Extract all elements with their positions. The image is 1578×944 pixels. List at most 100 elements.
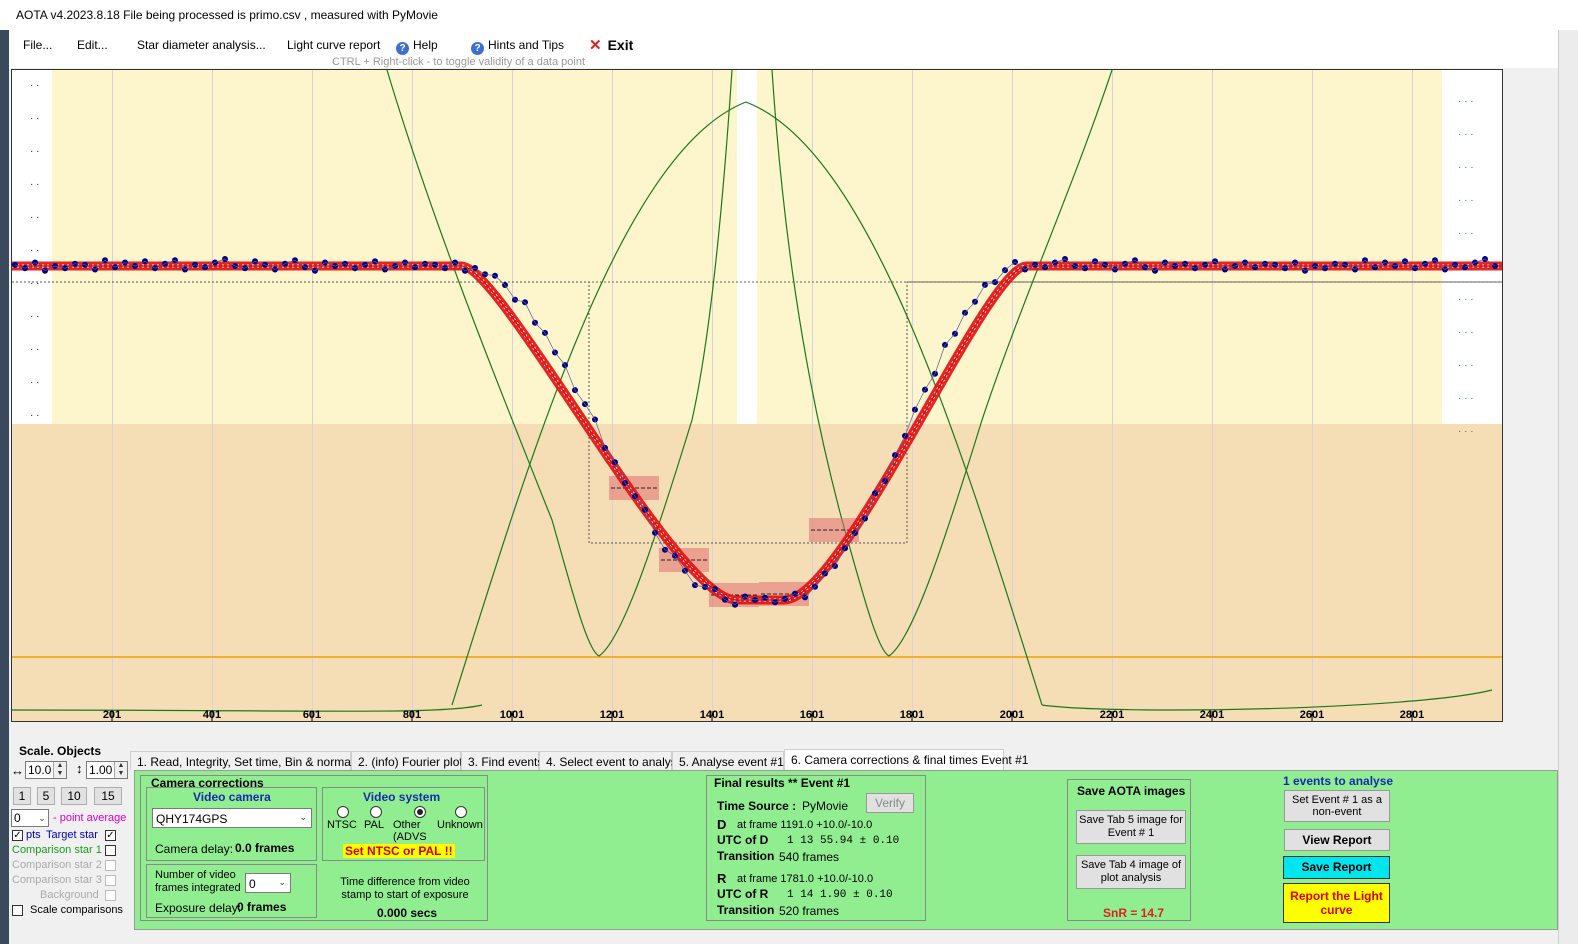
hints-icon: ?: [471, 42, 484, 55]
other-radio[interactable]: [414, 806, 426, 818]
desktop-edge: [0, 30, 9, 944]
frames-integrated-value: 0: [249, 877, 256, 891]
yscale-spinbox[interactable]: 1.00 ▲ ▼: [86, 761, 128, 779]
plot-canvas[interactable]: · · · · · · · · · · · · · · · · · · · · · · · · ·…: [12, 70, 1502, 721]
view-report-label: View Report: [1302, 833, 1372, 847]
exposure-delay-label: Exposure delay:: [155, 901, 242, 915]
dot-marker: · · ·: [1458, 360, 1474, 371]
scale-spinbox[interactable]: 10.0 ▲ ▼: [25, 761, 67, 779]
pts-checkbox[interactable]: ✓: [12, 830, 23, 841]
scale-comparisons-checkbox[interactable]: [12, 905, 23, 916]
yscale-value: 1.00: [89, 763, 113, 777]
menu-light-curve-report[interactable]: Light curve report: [287, 38, 380, 52]
video-camera-group: Video camera QHY174GPS ⌄ Camera delay: 0.…: [146, 787, 317, 861]
x-tick-label: 1801: [900, 709, 924, 721]
menu-exit[interactable]: ✕ Exit: [589, 36, 633, 54]
tab-analyse-event-label: 5. Analyse event #1: [679, 755, 784, 769]
background-checkbox[interactable]: [105, 890, 116, 901]
x-tick-label: 201: [103, 709, 121, 721]
dot-marker: · ·: [30, 311, 39, 322]
dot-marker: · · ·: [1458, 96, 1474, 107]
vertical-scrollbar[interactable]: [1558, 30, 1578, 944]
data-point: [142, 258, 148, 265]
menu-exit-label: Exit: [607, 37, 634, 53]
target-star-label: Target star: [46, 829, 98, 841]
ntsc-radio[interactable]: [337, 806, 349, 818]
x-tick-label: 2401: [1200, 709, 1224, 721]
camera-delay-value: 0.0 frames: [235, 841, 295, 855]
time-source-label: Time Source :: [717, 799, 797, 813]
tab-find-events[interactable]: 3. Find events: [461, 751, 543, 770]
dot-marker: · · ·: [1458, 426, 1474, 437]
menu-help[interactable]: ? Help: [396, 38, 438, 55]
frames-integrated-group: Number of video frames integrated 0 ⌄ Exp…: [146, 864, 317, 918]
save-tab5-image-button[interactable]: Save Tab 5 image for Event # 1: [1076, 810, 1186, 844]
dot-marker: · ·: [30, 344, 39, 355]
save-report-label: Save Report: [1301, 860, 1372, 874]
camera-select[interactable]: QHY174GPS ⌄: [152, 808, 312, 828]
data-point: [1452, 261, 1458, 268]
menu-hints[interactable]: ? Hints and Tips: [471, 38, 564, 55]
unknown-radio[interactable]: [455, 806, 467, 818]
dot-marker: · ·: [30, 377, 39, 388]
frames-integrated-select[interactable]: 0 ⌄: [245, 873, 291, 893]
dot-marker: · · ·: [1458, 129, 1474, 140]
video-system-label: Video system: [363, 790, 441, 804]
x-tick-label: 2001: [1000, 709, 1024, 721]
x-tick-label: 1601: [800, 709, 824, 721]
scale-15-button[interactable]: 15: [94, 787, 122, 805]
background-label: Background: [40, 889, 99, 901]
tab-analyse-event[interactable]: 5. Analyse event #1: [672, 751, 784, 770]
save-tab4-label: Save Tab 4 image of plot analysis: [1080, 859, 1182, 884]
target-star-checkbox[interactable]: ✓: [105, 830, 116, 841]
save-tab4-image-button[interactable]: Save Tab 4 image of plot analysis: [1076, 855, 1186, 889]
tab-select-event[interactable]: 4. Select event to analyse: [539, 751, 683, 770]
camera-corrections-panel: Camera corrections Video camera QHY174GP…: [134, 770, 1558, 930]
tab-fourier-label: 2. (info) Fourier plot: [358, 755, 463, 769]
comparison-star-1-checkbox[interactable]: [105, 845, 116, 856]
dot-marker: · · ·: [1458, 195, 1474, 206]
scale-10-button[interactable]: 10: [61, 787, 87, 805]
camera-corrections-group: Camera corrections Video camera QHY174GP…: [140, 775, 488, 921]
scale-5-button[interactable]: 5: [37, 787, 55, 805]
light-curve-plot[interactable]: · · · · · · · · · · · · · · · · · · · · · · · · ·…: [11, 69, 1503, 722]
camera-value: QHY174GPS: [156, 812, 228, 826]
data-point: [12, 261, 18, 268]
menu-file[interactable]: File...: [23, 38, 52, 52]
menu-star-diameter[interactable]: Star diameter analysis...: [137, 38, 266, 52]
comparison-star-3-label: Comparison star 3: [12, 874, 102, 886]
report-light-curve-button[interactable]: Report the Light curve: [1283, 883, 1390, 923]
d-label: D: [717, 817, 727, 832]
verify-button[interactable]: Verify: [866, 793, 914, 813]
comparison-star-2-checkbox[interactable]: [105, 860, 116, 871]
r-transition-value: 520 frames: [779, 904, 840, 918]
dot-marker: · ·: [30, 245, 39, 256]
scale-10-label: 10: [67, 789, 81, 803]
tab-read[interactable]: 1. Read, Integrity, Set time, Bin & norm…: [130, 751, 369, 770]
camera-delay-label: Camera delay:: [155, 842, 234, 856]
x-tick-label: 401: [203, 709, 221, 721]
dot-marker: · ·: [30, 179, 39, 190]
data-point: [1462, 264, 1468, 271]
tab-camera-corrections-label: 6. Camera corrections & final times Even…: [791, 753, 1029, 767]
set-non-event-button[interactable]: Set Event # 1 as a non-event: [1284, 790, 1390, 822]
r-frame-value: at frame 1781.0 +10.0/-10.0: [737, 873, 874, 885]
tab-camera-corrections[interactable]: 6. Camera corrections & final times Even…: [784, 749, 1028, 770]
utc-d-label: UTC of D: [717, 833, 769, 847]
view-report-button[interactable]: View Report: [1284, 829, 1390, 851]
time-source-value: PyMovie: [802, 799, 849, 813]
tab-fourier[interactable]: 2. (info) Fourier plot: [351, 751, 463, 770]
spin-arrows-icon[interactable]: ▲ ▼: [53, 762, 66, 778]
data-point: [1032, 261, 1038, 268]
pal-radio[interactable]: [370, 806, 382, 818]
comparison-star-3-checkbox[interactable]: [105, 875, 116, 886]
menu-edit[interactable]: Edit...: [77, 38, 108, 52]
menu-bar: File... Edit... Star diameter analysis..…: [9, 30, 1558, 68]
scale-1-button[interactable]: 1: [13, 787, 31, 805]
point-average-select[interactable]: 0 ⌄: [11, 809, 49, 827]
spin-arrows-icon[interactable]: ▲ ▼: [114, 762, 127, 778]
x-tick-label: 1201: [600, 709, 624, 721]
scale-5-label: 5: [42, 789, 50, 803]
save-report-button[interactable]: Save Report: [1283, 856, 1390, 879]
chevron-down-icon: ⌄: [36, 810, 48, 826]
